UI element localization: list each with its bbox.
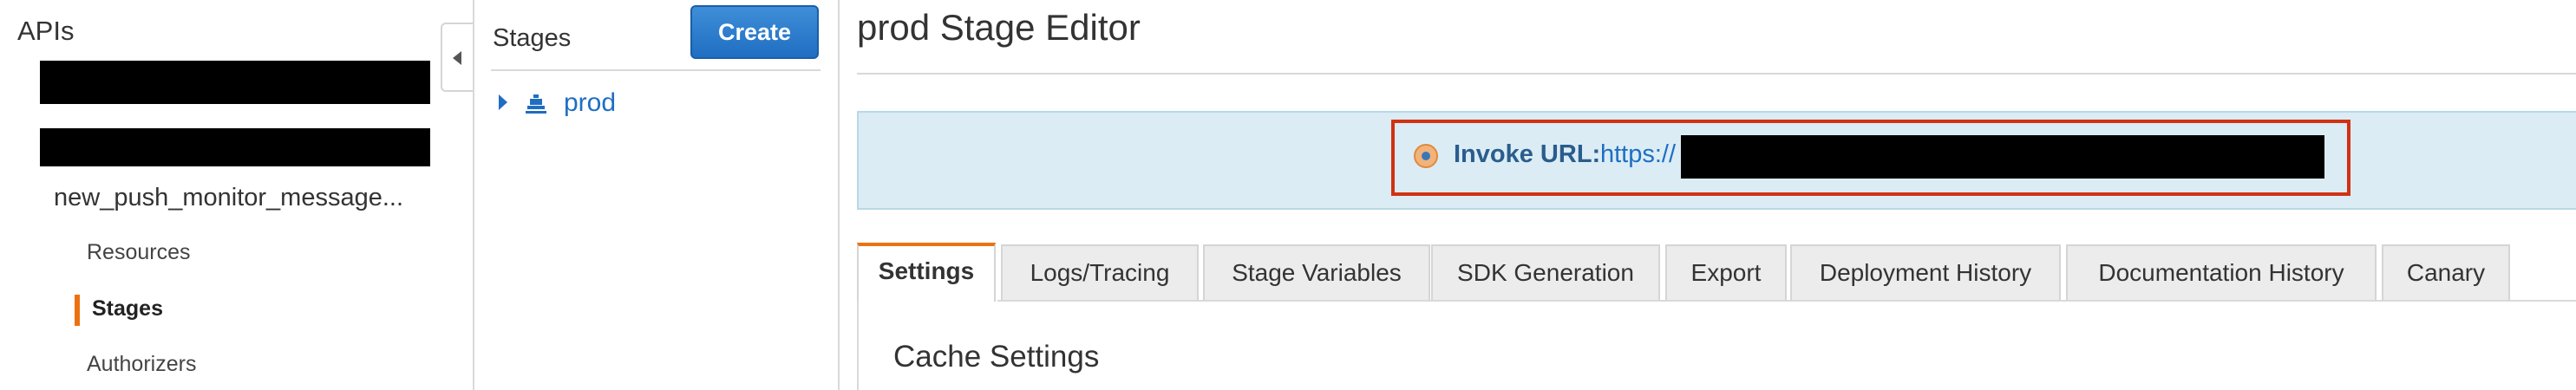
- invoke-url-label: Invoke URL:: [1454, 140, 1601, 168]
- expand-arrow-icon[interactable]: [499, 94, 507, 110]
- invoke-url-link[interactable]: https://: [1600, 140, 1676, 169]
- tab-stage-variables[interactable]: Stage Variables: [1203, 244, 1430, 300]
- sidebar-divider: [473, 0, 474, 390]
- tab-canary[interactable]: Canary: [2382, 244, 2510, 300]
- tab-export[interactable]: Export: [1665, 244, 1787, 300]
- panel-divider: [838, 0, 840, 390]
- sidebar-item-stages[interactable]: Stages: [92, 296, 163, 322]
- redacted-api-name-1[interactable]: [40, 61, 430, 104]
- status-icon: [1414, 144, 1438, 168]
- stage-tree-item-prod[interactable]: prod: [494, 87, 694, 123]
- collapse-sidebar-button[interactable]: [441, 23, 474, 92]
- tab-panel-left-border: [857, 300, 859, 390]
- apis-heading: APIs: [17, 16, 75, 46]
- api-name-link[interactable]: new_push_monitor_message...: [54, 184, 403, 212]
- redacted-api-name-2[interactable]: [40, 128, 430, 166]
- cache-settings-heading: Cache Settings: [893, 340, 1100, 374]
- redacted-invoke-url[interactable]: [1681, 135, 2324, 179]
- chevron-left-icon: [453, 51, 461, 65]
- tab-sdk-generation[interactable]: SDK Generation: [1431, 244, 1660, 300]
- sidebar-item-resources[interactable]: Resources: [87, 240, 191, 265]
- active-indicator: [75, 295, 80, 326]
- tab-documentation-history[interactable]: Documentation History: [2066, 244, 2377, 300]
- title-divider: [857, 73, 2576, 75]
- tab-settings[interactable]: Settings: [857, 243, 996, 302]
- left-nav: APIs new_push_monitor_message... Resourc…: [0, 0, 441, 390]
- stage-label-prod[interactable]: prod: [564, 88, 616, 118]
- tab-deployment-history[interactable]: Deployment History: [1790, 244, 2061, 300]
- create-button[interactable]: Create: [690, 5, 819, 59]
- stage-icon: [526, 94, 546, 114]
- page-title: prod Stage Editor: [857, 7, 1141, 48]
- stages-divider: [491, 69, 821, 71]
- tab-logs-tracing[interactable]: Logs/Tracing: [1001, 244, 1199, 300]
- tabs-baseline: [997, 300, 2576, 302]
- stages-title: Stages: [493, 24, 572, 52]
- sidebar-item-authorizers[interactable]: Authorizers: [87, 352, 196, 377]
